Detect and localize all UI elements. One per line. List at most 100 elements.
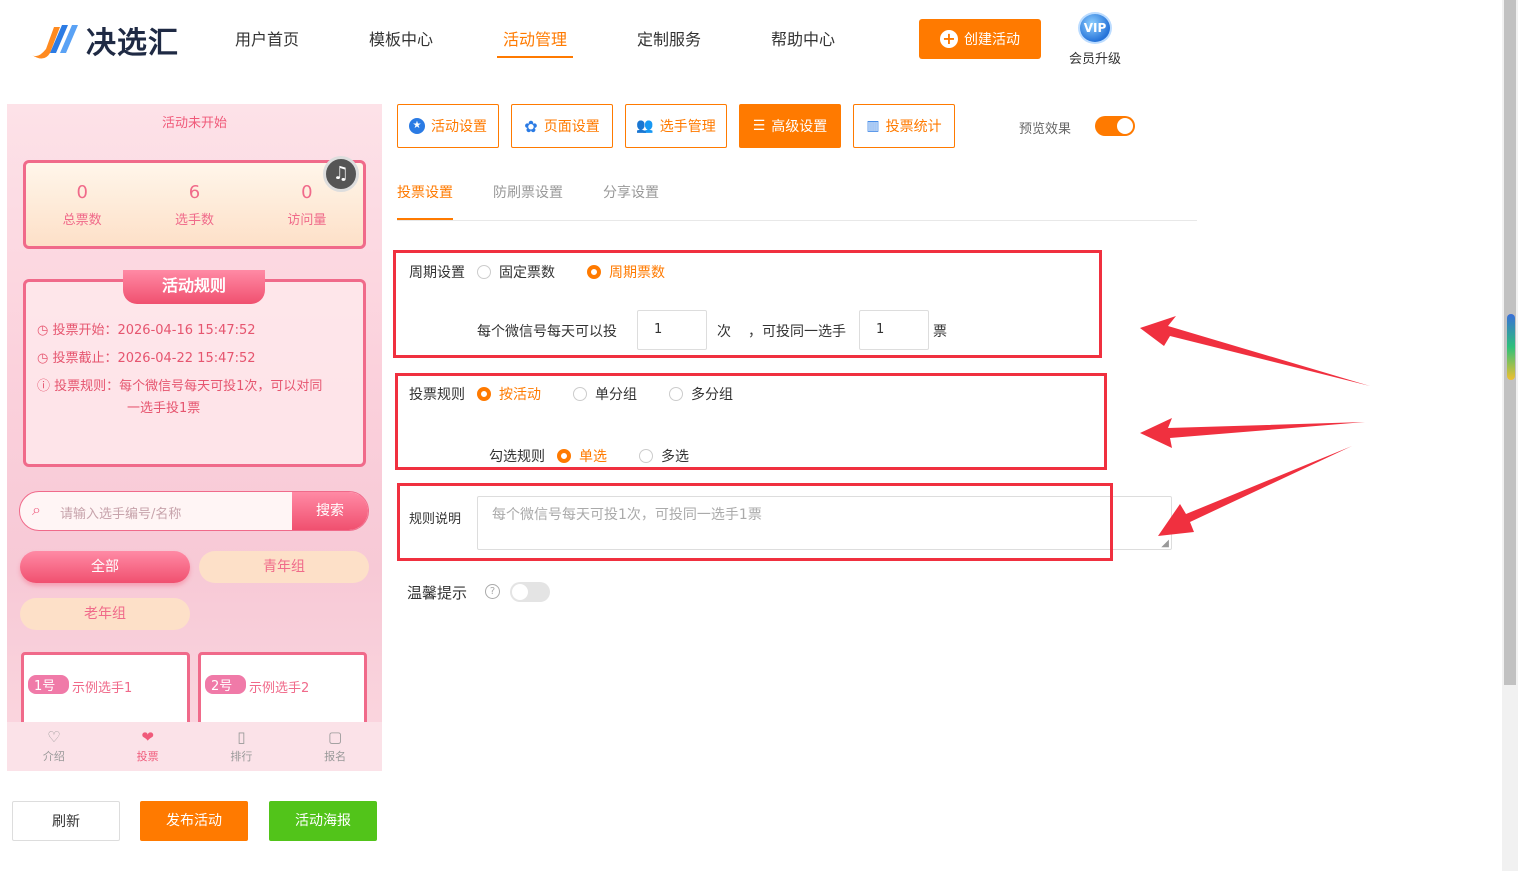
music-icon[interactable]: ♫ [323, 156, 359, 192]
radio-icon [573, 387, 587, 401]
tab-advanced-settings[interactable]: ☰ 高级设置 [739, 104, 841, 148]
desc-highlight-box [397, 483, 1113, 561]
phone-preview: 活动未开始 0 总票数 6 选手数 0 访问量 ♫ 活动规则 ◷ 投票开始：20… [7, 104, 382, 771]
star-icon: ★ [409, 118, 425, 134]
radio-checked-icon [587, 265, 601, 279]
tips-label: 温馨提示 [407, 584, 468, 602]
tab-activity-settings[interactable]: ★ 活动设置 [397, 104, 499, 148]
votes-unit: 票 [933, 324, 947, 340]
bottom-nav-label: 投票 [136, 750, 159, 763]
plus-circle-icon: + [940, 30, 958, 48]
rule-option-by-activity[interactable]: 按活动 [477, 384, 541, 404]
nav-templates[interactable]: 模板中心 [369, 28, 433, 58]
stat-total-votes: 0 总票数 [63, 182, 102, 228]
player-card[interactable]: 2号 示例选手2 [198, 652, 367, 732]
option-label: 按活动 [499, 387, 541, 403]
vip-upgrade[interactable]: VIP 会员升级 [1066, 12, 1124, 67]
logo[interactable]: 决选汇 [28, 18, 179, 62]
period-option-cycle[interactable]: 周期票数 [587, 262, 665, 282]
option-label: 多选 [661, 449, 689, 465]
users-icon: 👥 [636, 118, 654, 134]
period-option-fixed[interactable]: 固定票数 [477, 262, 555, 282]
vote-rule-label: 投票规则 [409, 387, 465, 403]
check-option-single[interactable]: 单选 [557, 446, 607, 466]
stat-value: 0 [76, 181, 88, 203]
tab-label: 选手管理 [659, 119, 716, 135]
player-number: 2号 [205, 675, 247, 694]
scroll-indicator [1507, 314, 1515, 380]
tab-vote-statistics[interactable]: ▥ 投票统计 [853, 104, 955, 148]
group-youth[interactable]: 青年组 [199, 551, 369, 583]
create-activity-label: 创建活动 [964, 32, 1020, 48]
page-scrollbar[interactable] [1502, 0, 1518, 871]
nav-custom-service[interactable]: 定制服务 [637, 28, 701, 58]
votes-input[interactable]: 1 [859, 310, 929, 350]
arrow-to-rule [1140, 418, 1365, 448]
rule-option-single-group[interactable]: 单分组 [573, 384, 637, 404]
period-label: 周期设置 [409, 265, 465, 281]
rule-option-multi-group[interactable]: 多分组 [669, 384, 733, 404]
rule-text-line1: 投票规则：每个微信号每天可投1次，可以对同 [54, 379, 323, 394]
preview-toggle[interactable] [1095, 116, 1135, 136]
times-unit: 次 [717, 324, 731, 340]
radio-checked-icon [557, 449, 571, 463]
tab-page-settings[interactable]: ✿ 页面设置 [511, 104, 613, 148]
stat-label: 访问量 [287, 212, 327, 228]
subtab-vote-settings[interactable]: 投票设置 [397, 182, 453, 202]
player-name: 示例选手2 [249, 681, 310, 696]
times-input[interactable]: 1 [637, 310, 707, 350]
search-button[interactable]: 搜索 [292, 492, 368, 530]
arrow-to-desc [1158, 446, 1352, 536]
bottom-nav-intro[interactable]: ♡ 介绍 [24, 722, 84, 771]
tab-label: 页面设置 [543, 119, 600, 135]
create-activity-button[interactable]: + 创建活动 [919, 19, 1041, 59]
rule-text-line2: 一选手投1票 [127, 401, 201, 416]
tab-player-management[interactable]: 👥 选手管理 [625, 104, 727, 148]
vote-icon: ❤ [141, 728, 154, 746]
rules-card [23, 279, 366, 467]
rule-start-text: 投票开始：2026-04-16 15:47:52 [52, 323, 256, 338]
info-icon: ⓘ [37, 379, 51, 394]
tips-toggle[interactable] [510, 582, 550, 602]
stat-label: 选手数 [174, 212, 214, 228]
option-label: 多分组 [691, 387, 733, 403]
help-icon[interactable]: ? [485, 584, 500, 599]
toggle-knob [1117, 118, 1133, 134]
stat-label: 总票数 [62, 212, 102, 228]
bottom-nav-signup[interactable]: ▢ 报名 [305, 722, 365, 771]
subtab-anti-fraud[interactable]: 防刷票设置 [493, 182, 563, 202]
stat-value: 0 [301, 181, 313, 203]
group-elder[interactable]: 老年组 [20, 598, 190, 630]
nav-activity-management[interactable]: 活动管理 [497, 28, 574, 58]
refresh-button[interactable]: 刷新 [12, 801, 120, 841]
publish-button[interactable]: 发布活动 [140, 801, 248, 841]
bottom-nav-label: 报名 [324, 750, 347, 763]
phone-bottom-nav: ♡ 介绍 ❤ 投票 ▯ 排行 ▢ 报名 [7, 722, 382, 771]
per-day-text: 每个微信号每天可以投 [477, 324, 617, 340]
radio-icon [669, 387, 683, 401]
stat-players: 6 选手数 [175, 182, 214, 228]
gear-icon: ✿ [524, 116, 538, 136]
nav-home[interactable]: 用户首页 [235, 28, 299, 58]
rule-start: ◷ 投票开始：2026-04-16 15:47:52 [37, 320, 256, 342]
bottom-nav-vote[interactable]: ❤ 投票 [118, 722, 178, 771]
clock-icon: ◷ [37, 323, 49, 338]
radio-icon [477, 265, 491, 279]
player-card[interactable]: 1号 示例选手1 [21, 652, 190, 732]
bottom-nav-ranking[interactable]: ▯ 排行 [211, 722, 271, 771]
subtab-divider [397, 220, 1197, 221]
poster-button[interactable]: 活动海报 [269, 801, 377, 841]
search-icon: ⌕ [32, 500, 41, 519]
activity-status: 活动未开始 [161, 116, 227, 131]
nav-help-center[interactable]: 帮助中心 [771, 28, 835, 58]
rule-end: ◷ 投票截止：2026-04-22 15:47:52 [37, 348, 256, 370]
subtab-share-settings[interactable]: 分享设置 [603, 182, 659, 202]
player-number: 1号 [28, 675, 70, 694]
search-input[interactable]: 请输入选手编号/名称 [60, 503, 181, 522]
check-option-multi[interactable]: 多选 [639, 446, 689, 466]
player-search[interactable]: ⌕ 请输入选手编号/名称 搜索 [19, 491, 369, 531]
ranking-icon: ▯ [237, 728, 246, 746]
group-all[interactable]: 全部 [20, 551, 190, 583]
sliders-icon: ☰ [752, 118, 766, 134]
tab-label: 活动设置 [431, 119, 487, 135]
